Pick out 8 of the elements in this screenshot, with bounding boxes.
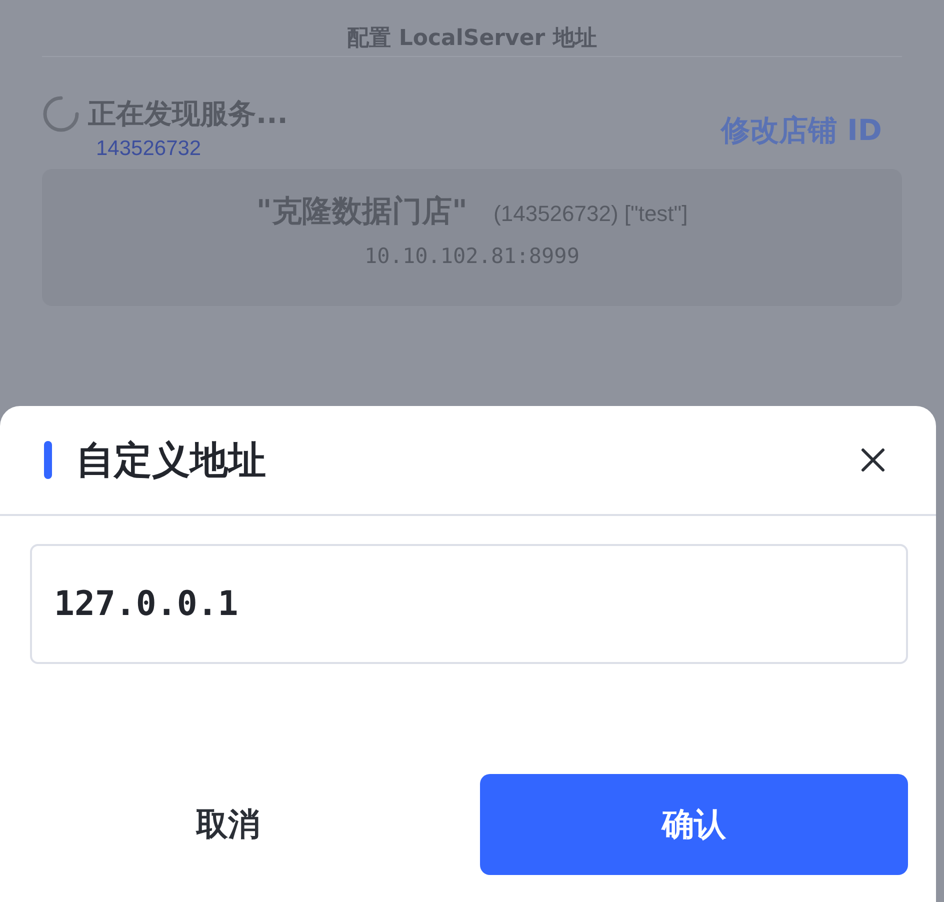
store-id: 143526732 xyxy=(96,137,202,161)
close-button[interactable] xyxy=(860,447,886,473)
page-title: 配置 LocalServer 地址 xyxy=(346,25,598,53)
dialog-title: 自定义地址 xyxy=(76,436,267,484)
confirm-button[interactable]: 确认 xyxy=(480,774,908,875)
accent-bar xyxy=(44,441,52,479)
address-input[interactable]: 127.0.0.1 xyxy=(30,544,908,664)
status-text: 正在发现服务... xyxy=(88,96,288,132)
